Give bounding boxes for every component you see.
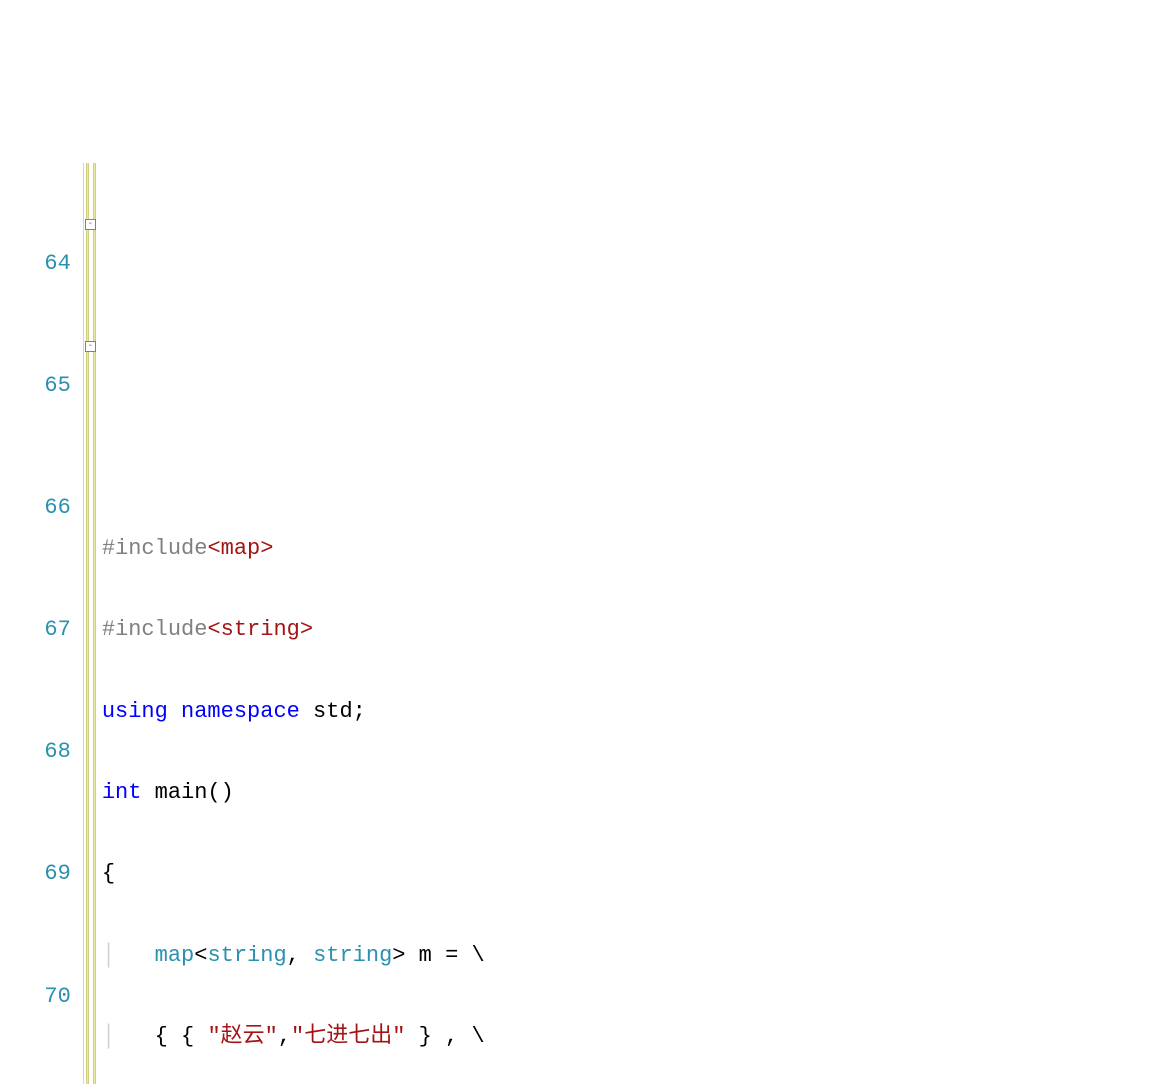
code-line[interactable]: #include<map> <box>102 529 1173 570</box>
code-area[interactable]: - - #include<map> #include<string> using… <box>84 163 1173 1084</box>
code-line[interactable]: int main() <box>102 773 1173 814</box>
change-bar <box>86 163 89 1084</box>
keyword: using <box>102 699 168 724</box>
line-number: 66 <box>18 488 71 529</box>
type-name: string <box>207 943 286 968</box>
string-literal: "赵云" <box>207 1024 277 1049</box>
string-literal: "七进七出" <box>291 1024 405 1049</box>
line-number-gutter: 64 65 66 67 68 69 70 71 72 73 74 75 76 <box>0 163 83 1084</box>
type-name: string <box>313 943 392 968</box>
code-line[interactable] <box>102 448 1173 489</box>
code-editor[interactable]: 64 65 66 67 68 69 70 71 72 73 74 75 76 -… <box>0 163 1173 1084</box>
preprocessor: #include <box>102 617 208 642</box>
code-line[interactable]: #include<string> <box>102 610 1173 651</box>
change-bar <box>93 163 96 1084</box>
code-line[interactable]: { <box>102 854 1173 895</box>
fold-toggle-icon[interactable]: - <box>85 341 96 352</box>
code-lines[interactable]: #include<map> #include<string> using nam… <box>84 407 1173 1084</box>
keyword: int <box>102 780 142 805</box>
code-line[interactable]: using namespace std; <box>102 692 1173 733</box>
header-name: <string> <box>207 617 313 642</box>
line-number: 65 <box>18 366 71 407</box>
line-number: 64 <box>18 244 71 285</box>
type-name: map <box>155 943 195 968</box>
line-number: 70 <box>18 977 71 1018</box>
header-name: <map> <box>207 536 273 561</box>
line-number: 68 <box>18 732 71 773</box>
fold-toggle-icon[interactable]: - <box>85 219 96 230</box>
line-number: 69 <box>18 854 71 895</box>
identifier: std; <box>300 699 366 724</box>
brace: { <box>102 861 115 886</box>
code-line[interactable]: │ { { "赵云","七进七出" } , \ <box>102 1017 1173 1058</box>
code-line[interactable]: │ map<string, string> m = \ <box>102 936 1173 977</box>
function-name: main() <box>141 780 233 805</box>
line-number: 67 <box>18 610 71 651</box>
keyword: namespace <box>181 699 300 724</box>
preprocessor: #include <box>102 536 208 561</box>
